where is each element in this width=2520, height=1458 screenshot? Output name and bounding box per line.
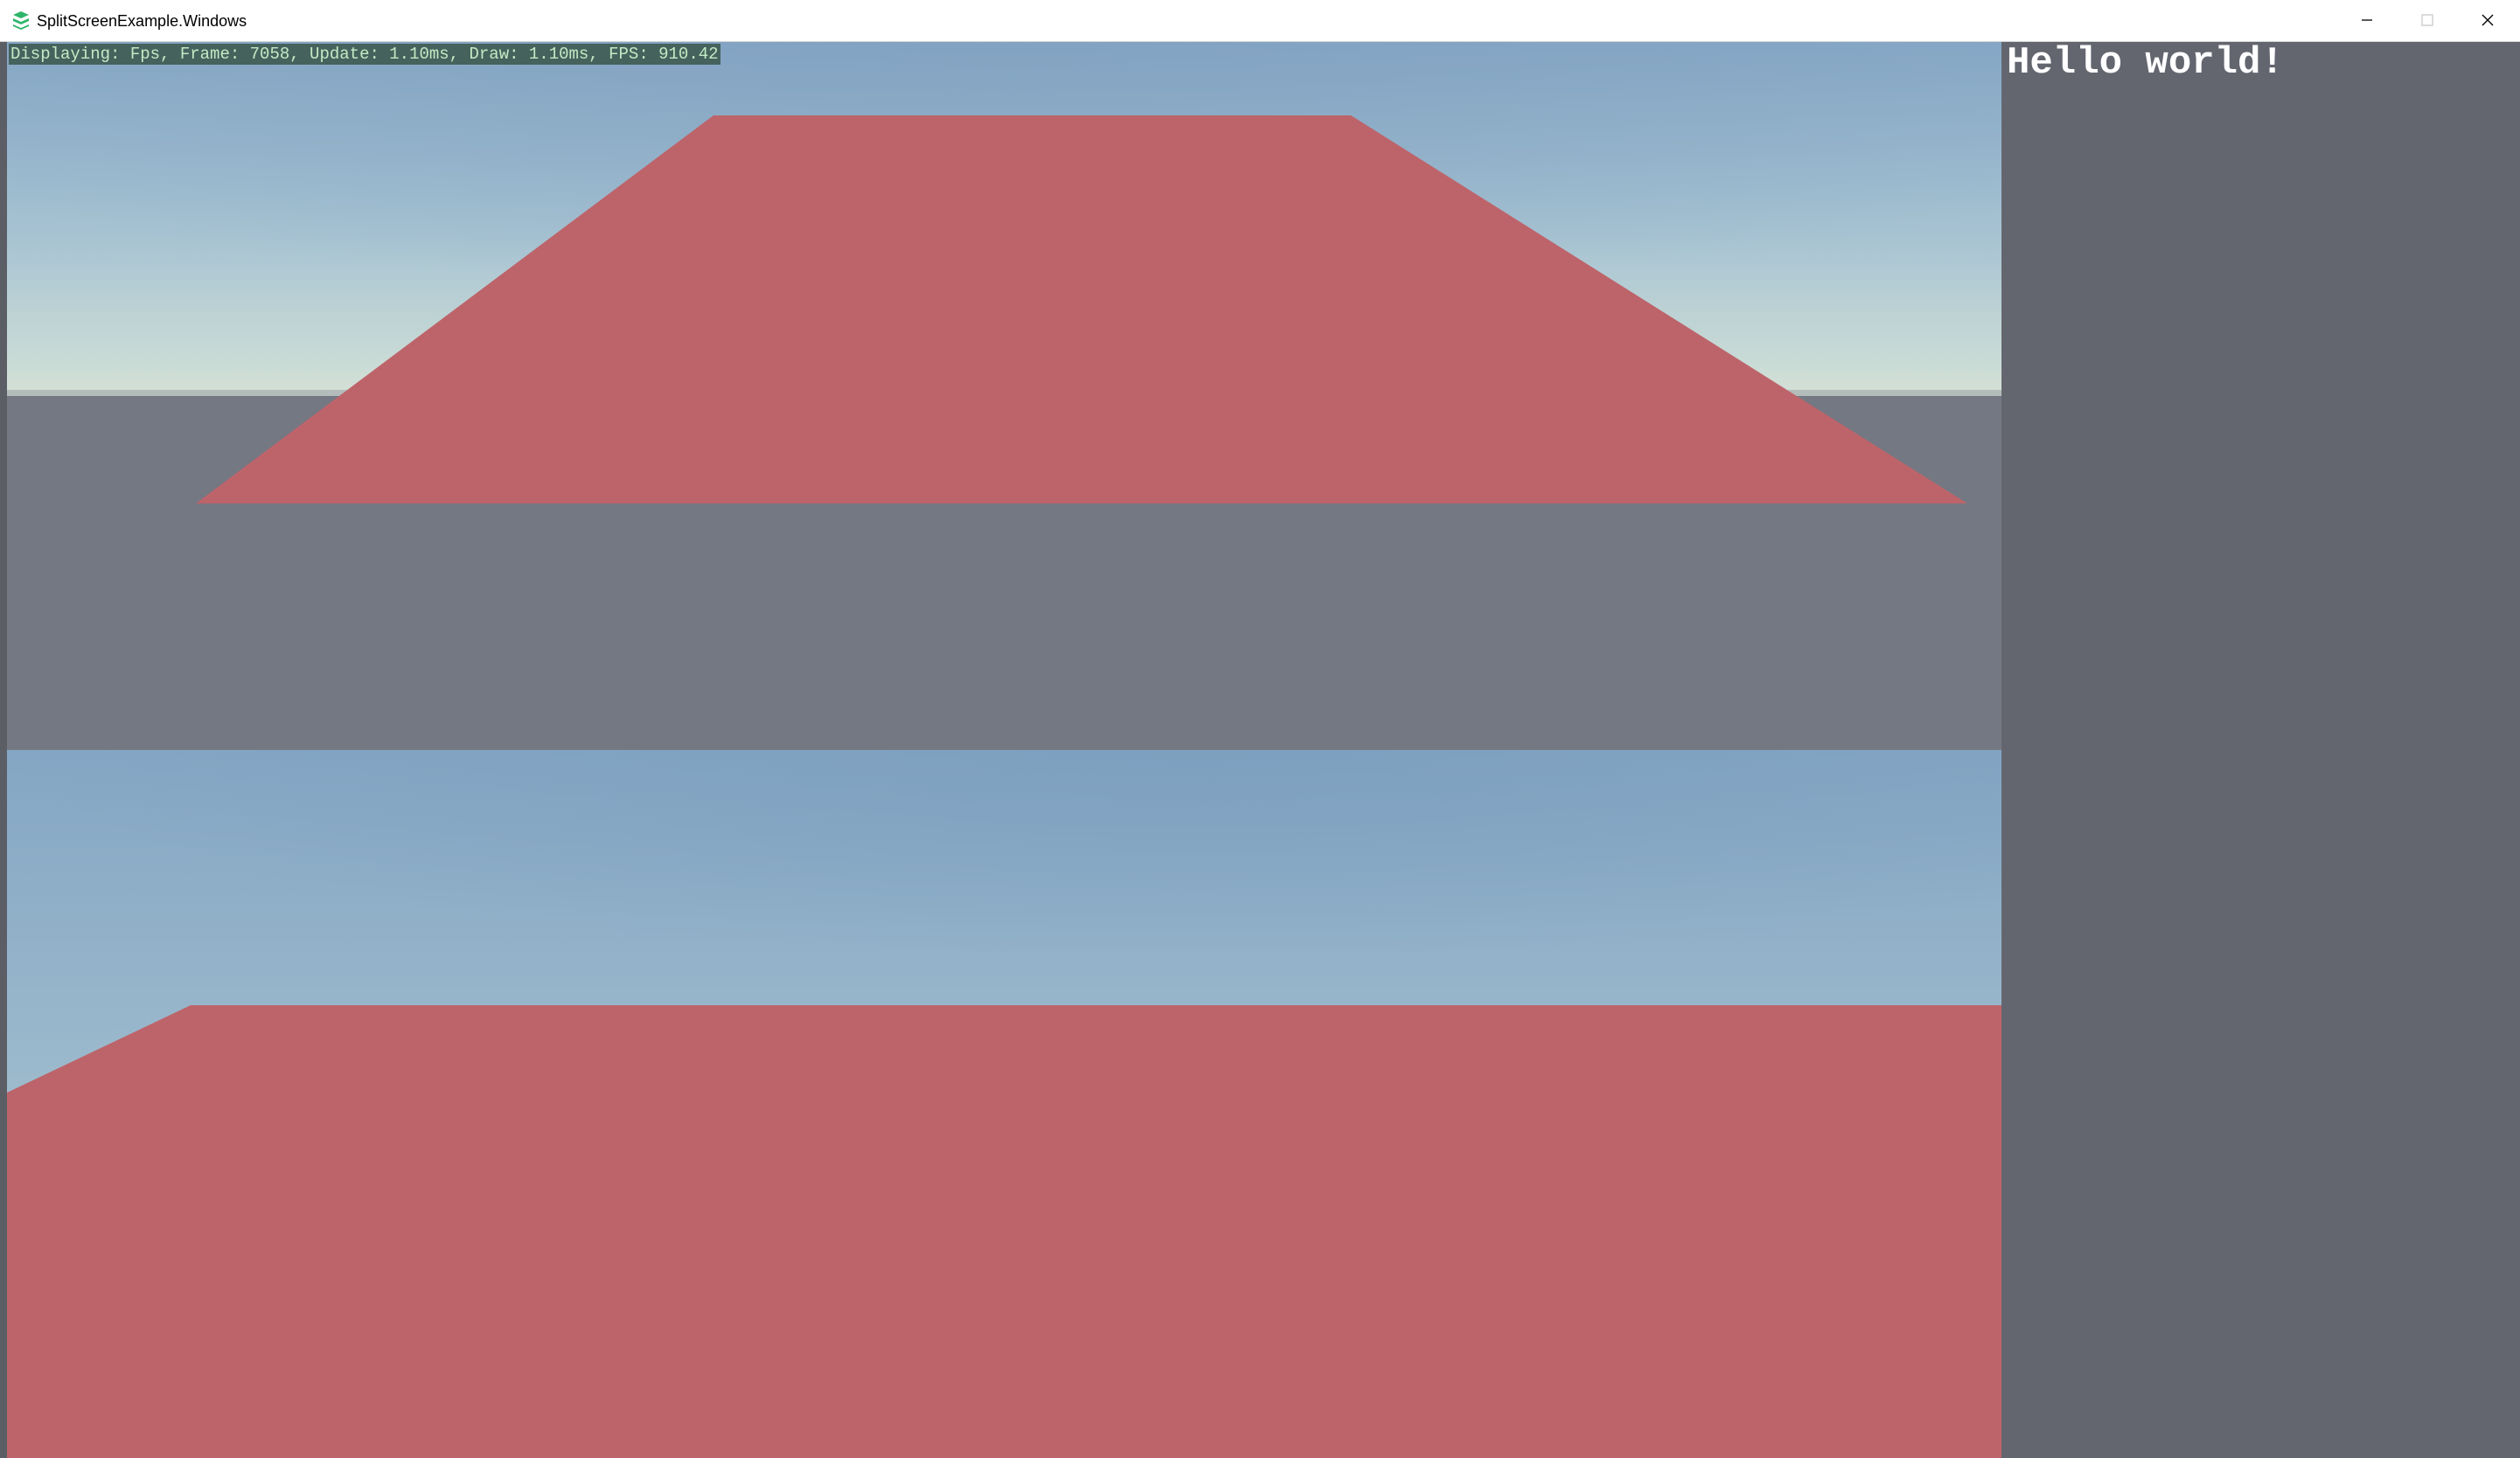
scene-top: [7, 42, 2001, 750]
minimize-button[interactable]: [2336, 0, 2398, 40]
title-bar[interactable]: SplitScreenExample.Windows: [0, 0, 2520, 42]
left-border: [0, 42, 7, 1458]
scene-bottom: [7, 750, 2001, 1458]
hello-text: Hello world!: [2007, 41, 2284, 85]
close-icon: [2482, 14, 2494, 26]
maximize-button[interactable]: [2397, 0, 2458, 40]
close-button[interactable]: [2457, 0, 2518, 40]
side-panel: Hello world!: [2001, 42, 2520, 1458]
red-plane: [7, 1005, 2001, 1458]
app-window: SplitScreenExample.Windows Displaying: F…: [0, 0, 2520, 1458]
game-client-area[interactable]: Displaying: Fps, Frame: 7058, Update: 1.…: [0, 42, 2520, 1458]
stacked-layers-icon: [13, 11, 29, 30]
fps-overlay: Displaying: Fps, Frame: 7058, Update: 1.…: [9, 44, 720, 65]
maximize-icon: [2421, 14, 2433, 26]
viewport-bottom[interactable]: [7, 750, 2001, 1458]
viewport-top[interactable]: Displaying: Fps, Frame: 7058, Update: 1.…: [7, 42, 2001, 750]
window-title: SplitScreenExample.Windows: [37, 12, 247, 30]
minimize-icon: [2362, 19, 2372, 21]
